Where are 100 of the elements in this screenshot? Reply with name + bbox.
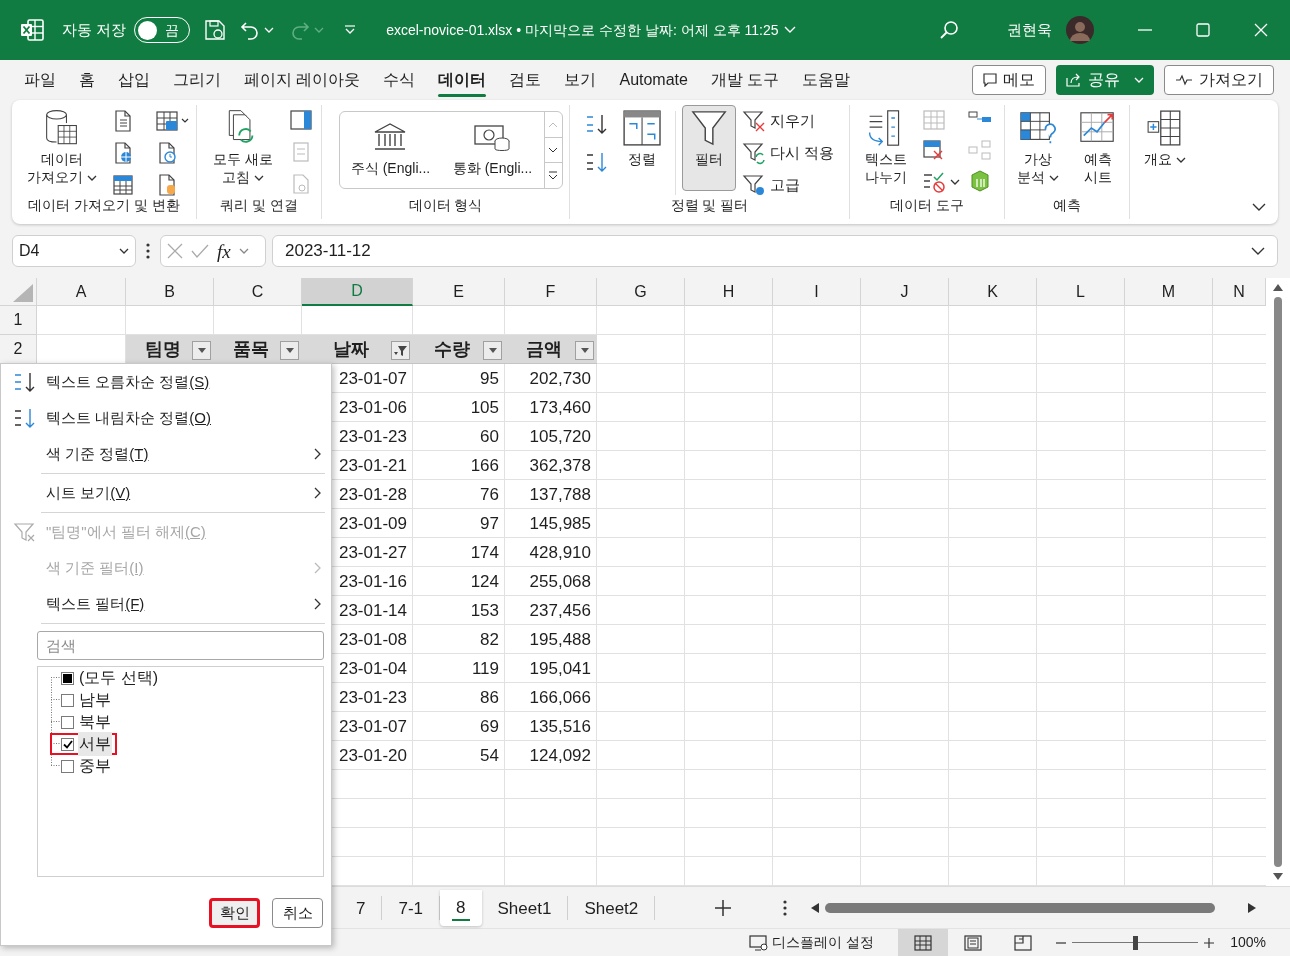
column-header[interactable]: M — [1125, 278, 1213, 306]
menu-tab[interactable]: 보기 — [564, 60, 597, 100]
checkbox[interactable] — [61, 759, 74, 773]
menu-item[interactable]: 텍스트 오름차순 정렬(S) — [1, 364, 331, 400]
avatar-icon[interactable] — [1066, 16, 1094, 44]
zoom-level[interactable]: 100% — [1230, 932, 1266, 953]
checkbox[interactable] — [61, 671, 74, 685]
search-field[interactable]: 검색 — [37, 631, 324, 660]
zoom-in-icon[interactable] — [1204, 937, 1215, 948]
sheet-tab[interactable]: Sheet2 — [568, 895, 656, 920]
ribbon-button[interactable]: 모두 새로 고침 — [206, 105, 280, 195]
filter-dropdown-button[interactable] — [575, 341, 594, 360]
horizontal-scrollbar-thumb[interactable] — [825, 902, 1216, 913]
checkbox-option[interactable]: 중부 — [50, 755, 117, 777]
name-box[interactable]: D4 — [12, 235, 136, 267]
more-icon[interactable] — [145, 242, 151, 260]
search-icon[interactable] — [939, 20, 959, 40]
menu-tab[interactable]: 검토 — [509, 60, 542, 100]
ribbon-button[interactable]: 가상 분석 — [1010, 105, 1066, 195]
checkbox-option[interactable]: 서부 — [50, 733, 117, 755]
filter-dropdown-button[interactable] — [192, 341, 211, 360]
expand-icon[interactable] — [1251, 247, 1265, 255]
column-header[interactable]: A — [37, 278, 126, 306]
checkbox-option[interactable]: 남부 — [50, 689, 117, 711]
data-model-icon[interactable] — [968, 169, 992, 193]
data-type-button[interactable]: 주식 (Engli... — [350, 121, 431, 179]
checkbox-option[interactable]: (모두 선택) — [50, 667, 165, 689]
add-sheet-icon[interactable] — [715, 899, 732, 916]
ribbon-button[interactable]: 다시 적용 — [741, 141, 835, 165]
toolbar-button[interactable]: 메모 — [972, 65, 1046, 95]
menu-tab[interactable]: 삽입 — [118, 60, 150, 100]
data-type-button[interactable]: 통화 (Engli... — [452, 121, 533, 179]
menu-tab[interactable]: 수식 — [383, 60, 416, 100]
sheet-tab[interactable]: 7 — [340, 895, 383, 920]
table-icon[interactable] — [111, 173, 134, 197]
menu-tab[interactable]: 홈 — [79, 60, 95, 100]
ribbon-button[interactable]: 텍스트 나누기 — [858, 105, 914, 195]
menu-tab[interactable]: 그리기 — [173, 60, 221, 100]
sheet-tab[interactable]: 8 — [440, 889, 482, 926]
chevron-down-icon[interactable] — [784, 26, 797, 34]
menu-tab[interactable]: 파일 — [24, 60, 56, 100]
column-header[interactable]: F — [505, 278, 597, 306]
menu-tab[interactable]: 개발 도구 — [710, 60, 780, 100]
share-button[interactable]: 공유 — [1056, 65, 1154, 95]
scroll-down-icon[interactable] — [548, 147, 558, 153]
column-header[interactable]: K — [949, 278, 1037, 306]
menu-item[interactable]: 시트 보기(V) — [1, 475, 331, 511]
column-header[interactable]: G — [597, 278, 685, 306]
column-header[interactable]: B — [126, 278, 214, 306]
filter-dropdown-button[interactable] — [391, 341, 410, 360]
insert-function-button[interactable]: fx — [217, 241, 231, 261]
zoom-out-icon[interactable] — [1056, 941, 1067, 944]
scroll-left-icon[interactable] — [811, 902, 820, 913]
checkbox[interactable] — [61, 693, 74, 707]
scroll-up-icon[interactable] — [1273, 284, 1283, 291]
column-header[interactable]: H — [685, 278, 773, 306]
column-header[interactable]: C — [214, 278, 302, 306]
filter-dropdown-button[interactable] — [280, 341, 299, 360]
menu-item[interactable]: 텍스트 내림차순 정렬(O) — [1, 400, 331, 436]
ribbon-button[interactable]: 개요 — [1137, 105, 1193, 195]
display-settings-button[interactable]: 디스플레이 설정 — [749, 932, 875, 953]
properties-icon[interactable] — [289, 109, 312, 131]
menu-item[interactable]: 텍스트 필터(F) — [1, 586, 331, 622]
row-header[interactable]: 1 — [0, 306, 37, 335]
checkbox-option[interactable]: 북부 — [50, 711, 117, 733]
camera-table-icon[interactable] — [155, 109, 190, 133]
ribbon-button[interactable]: 예측 시트 — [1071, 105, 1124, 195]
collapse-ribbon-icon[interactable] — [1252, 203, 1266, 212]
menu-tab[interactable]: 도움말 — [802, 60, 851, 100]
customize-icon[interactable] — [344, 25, 357, 35]
data-validation-icon[interactable] — [922, 171, 946, 193]
column-header[interactable]: J — [861, 278, 949, 306]
ribbon-button[interactable]: 지우기 — [741, 109, 835, 133]
filter-dropdown-button[interactable] — [483, 341, 502, 360]
more-icon[interactable] — [783, 899, 788, 916]
ribbon-button[interactable]: 고급 — [741, 173, 835, 197]
ribbon-button[interactable]: 데이터 가져오기 — [20, 105, 104, 195]
check-icon[interactable] — [191, 243, 209, 259]
menu-item[interactable]: 색 기준 정렬(T) — [1, 436, 331, 472]
undo-icon[interactable] — [240, 20, 261, 40]
save-icon[interactable] — [204, 19, 227, 41]
toolbar-button[interactable]: 가져오기 — [1164, 65, 1274, 95]
dialog-button[interactable]: 취소 — [272, 898, 323, 928]
more-options-icon[interactable] — [548, 171, 558, 180]
column-header[interactable]: L — [1037, 278, 1125, 306]
menu-tab[interactable]: Automate — [619, 60, 688, 100]
zoom-slider[interactable] — [1072, 935, 1199, 950]
sheet-tab[interactable]: Sheet1 — [481, 895, 569, 920]
menu-tab[interactable]: 페이지 레이아웃 — [244, 60, 361, 100]
view-button[interactable] — [898, 929, 949, 956]
checkbox[interactable] — [61, 737, 74, 751]
dialog-button[interactable]: 확인 — [209, 898, 260, 928]
column-header[interactable]: E — [413, 278, 505, 306]
column-header[interactable]: N — [1213, 278, 1266, 306]
scrollbar-thumb[interactable] — [1274, 297, 1282, 867]
formula-field[interactable]: 2023-11-12 — [272, 235, 1278, 267]
column-header[interactable]: I — [773, 278, 861, 306]
scroll-down-icon[interactable] — [1273, 873, 1283, 880]
checkbox[interactable] — [61, 715, 74, 729]
ribbon-button[interactable]: 필터 — [681, 105, 736, 191]
